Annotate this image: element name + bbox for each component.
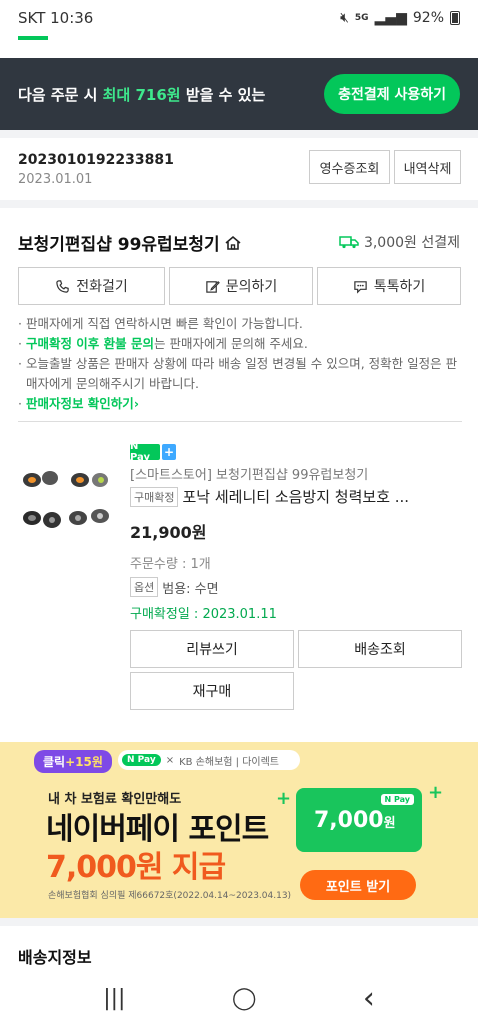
logo-fragment <box>18 36 48 40</box>
order-date: 2023.01.01 <box>18 172 93 187</box>
home-icon <box>225 235 241 250</box>
phone-icon <box>56 279 69 293</box>
product-option: 옵션 범용: 수면 <box>130 577 465 597</box>
insurance-ad-banner[interactable]: 클릭+15원 N Pay × KB 손해보험 | 다이렉트 내 차 보험료 확인… <box>0 742 478 918</box>
home-button[interactable]: ◯ <box>232 986 257 1011</box>
npay-logo: N Pay <box>122 754 161 766</box>
earplug-pair <box>23 509 109 528</box>
mute-icon: 🔇︎ <box>340 10 349 26</box>
seller-info-link[interactable]: · 판매자정보 확인하기› <box>18 394 462 414</box>
sparkle-plus-icon: + <box>428 782 444 803</box>
network-label: 5G <box>354 13 369 23</box>
carrier-time: SKT 10:36 <box>18 9 94 27</box>
partner-logos: N Pay × KB 손해보험 | 다이렉트 <box>118 750 300 770</box>
seller-notes: · 판매자에게 직접 연락하시면 빠른 확인이 가능합니다. · 구매확정 이후… <box>18 314 462 414</box>
chevron-right-icon: › <box>133 396 139 411</box>
call-button[interactable]: 전화걸기 <box>18 267 165 305</box>
product-image[interactable] <box>18 464 118 540</box>
signal-icon: ▂▄▆ <box>374 10 407 26</box>
store-name-link[interactable]: 보청기편집샵 99유럽보청기 <box>18 230 242 255</box>
charge-pay-button[interactable]: 충전결제 사용하기 <box>324 74 460 114</box>
status-bar: SKT 10:36 🔇︎ 5G ▂▄▆ 92% <box>0 0 478 36</box>
product-price: 21,900원 <box>130 523 207 542</box>
call-button-label: 전화걸기 <box>76 279 128 295</box>
card-npay-logo: N Pay <box>380 794 414 805</box>
shipping-fee: 3,000원 선결제 <box>339 232 460 252</box>
track-delivery-button[interactable]: 배송조회 <box>298 630 462 668</box>
header-partial <box>0 36 478 58</box>
status-badge: 구매확정 <box>130 486 179 507</box>
edit-icon <box>206 280 220 293</box>
order-quantity: 주문수량 : 1개 <box>130 557 211 572</box>
store-section: 보청기편집샵 99유럽보청기 3,000원 선결제 전화걸기 문의하기 톡톡하기… <box>0 208 478 738</box>
charge-pay-promo: 다음 주문 시 최대 716원 받을 수 있는 충전결제 사용하기 <box>0 58 478 130</box>
card-amount: 7,000원 <box>314 808 396 833</box>
option-tag: 옵션 <box>130 577 159 597</box>
point-card: N Pay 7,000원 <box>296 788 422 852</box>
product-info: N Pay + [스마트스토어] 보청기편집샵 99유럽보청기 구매확정 포낙 … <box>130 441 465 622</box>
chat-icon <box>354 280 367 294</box>
inquiry-button-label: 문의하기 <box>225 279 278 295</box>
back-button[interactable]: ‹ <box>363 981 375 1016</box>
shipping-info-title: 배송지정보 <box>18 948 92 967</box>
talk-button-label: 톡톡하기 <box>373 279 426 295</box>
product-title: 포낙 세레니티 소음방지 청력보호 ... <box>182 488 410 506</box>
kb-insurance-logo: KB 손해보험 | 다이렉트 <box>179 756 280 768</box>
system-nav-bar: ||| ◯ ‹ <box>0 972 478 1024</box>
recents-button[interactable]: ||| <box>103 986 125 1011</box>
truck-icon <box>339 236 359 249</box>
npay-plus-badge: N Pay + <box>130 441 465 463</box>
reorder-button[interactable]: 재구매 <box>130 672 294 710</box>
banner-headline-amount: 7,000원 지급 <box>46 850 226 885</box>
purchase-confirm-date: 구매확정일 : 2023.01.11 <box>130 607 277 622</box>
product-seller: [스마트스토어] 보청기편집샵 99유럽보청기 <box>130 468 369 483</box>
get-points-button[interactable]: 포인트 받기 <box>300 870 416 900</box>
receipt-button[interactable]: 영수증조회 <box>309 150 390 184</box>
section-divider <box>0 918 478 926</box>
write-review-button[interactable]: 리뷰쓰기 <box>130 630 294 668</box>
note-item: · 판매자에게 직접 연락하시면 빠른 확인이 가능합니다. <box>18 316 303 331</box>
promo-text: 다음 주문 시 최대 716원 받을 수 있는 <box>18 85 266 104</box>
delete-history-button[interactable]: 내역삭제 <box>394 150 461 184</box>
earplug-pair <box>23 471 108 487</box>
order-header: 2023010192233881 2023.01.01 영수증조회 내역삭제 <box>0 138 478 200</box>
section-divider <box>0 130 478 138</box>
note-item: · 구매확정 이후 환불 문의는 판매자에게 문의해 주세요. <box>18 336 308 351</box>
battery-percent: 92% <box>412 10 444 26</box>
option-value: 범용: 수면 <box>162 581 219 597</box>
note-item: · 오늘출발 상품은 판매자 상황에 따라 배송 일정 변경될 수 있으며, 정… <box>18 356 458 391</box>
banner-fine-print: 손해보험협회 심의필 제66672호(2022.04.14~2023.04.13… <box>48 891 292 901</box>
sparkle-plus-icon: + <box>276 788 292 809</box>
status-icons: 🔇︎ 5G ▂▄▆ 92% <box>340 10 460 26</box>
inquiry-button[interactable]: 문의하기 <box>169 267 313 305</box>
plus-icon: + <box>162 444 176 460</box>
divider <box>18 421 462 422</box>
product-title-row[interactable]: 구매확정 포낙 세레니티 소음방지 청력보호 ... <box>130 486 465 507</box>
click-reward-badge: 클릭+15원 <box>34 750 112 773</box>
shipping-fee-text: 3,000원 선결제 <box>363 235 460 251</box>
close-x-icon: × <box>165 754 175 766</box>
section-divider <box>0 200 478 208</box>
store-name: 보청기편집샵 99유럽보청기 <box>18 235 220 255</box>
npay-badge: N Pay <box>130 441 160 463</box>
battery-icon <box>450 11 460 25</box>
talk-button[interactable]: 톡톡하기 <box>317 267 461 305</box>
order-number: 2023010192233881 <box>18 152 174 168</box>
